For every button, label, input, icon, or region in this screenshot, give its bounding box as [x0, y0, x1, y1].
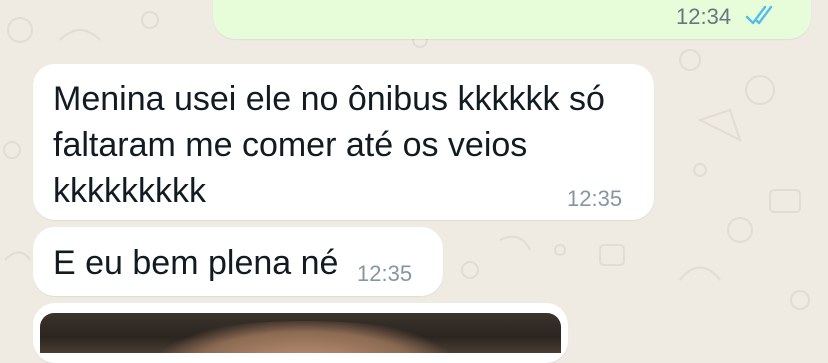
outgoing-timestamp: 12:34 [676, 4, 732, 29]
message-timestamp: 12:35 [567, 186, 623, 211]
message-text: Menina usei ele no ônibus kkkkkk só falt… [53, 80, 605, 210]
photo-subject [160, 321, 450, 353]
double-check-read-icon [745, 5, 773, 25]
message-timestamp: 12:35 [357, 261, 413, 286]
photo-thumbnail[interactable] [40, 313, 561, 353]
message-text: E eu bem plena né [53, 244, 339, 282]
